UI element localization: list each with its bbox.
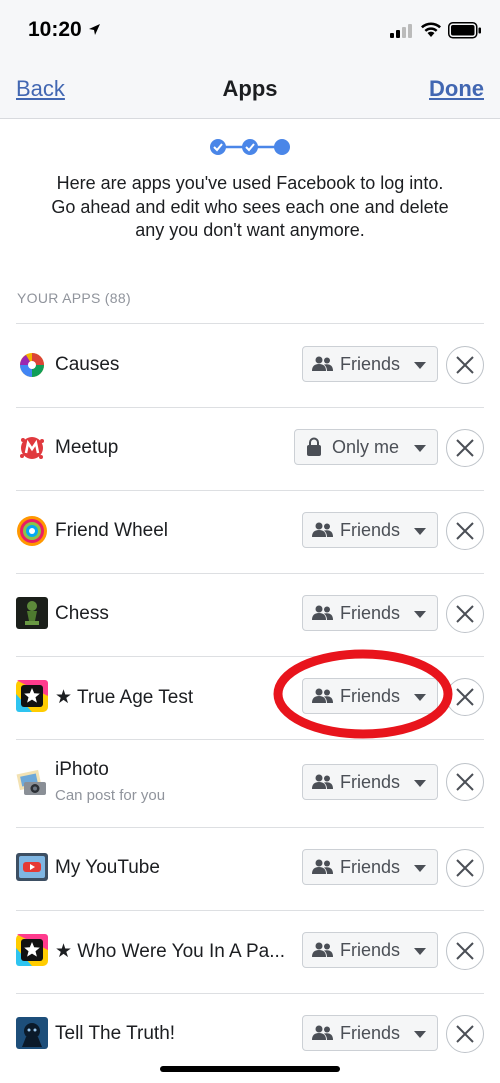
friends-icon: [312, 859, 333, 874]
audience-selector[interactable]: Only me: [294, 429, 438, 465]
close-icon: [456, 439, 474, 457]
app-row-chess: Chess Friends: [16, 573, 484, 657]
intro-line: any you don't want anymore.: [135, 220, 365, 240]
audience-selector[interactable]: Friends: [302, 932, 438, 968]
battery-icon: [448, 22, 481, 39]
audience-label: Friends: [340, 857, 401, 877]
tell-truth-icon: [16, 1017, 48, 1049]
home-indicator[interactable]: [160, 1066, 340, 1072]
caret-down-icon: [414, 528, 426, 535]
audience-label: Friends: [340, 354, 401, 374]
app-row-causes: Causes Friends: [16, 324, 484, 408]
app-row-who-were-you: ★ Who Were You In A Pa... Friends: [16, 910, 484, 994]
app-name: Causes: [55, 354, 120, 375]
star-app-icon: [16, 934, 48, 966]
audience-selector[interactable]: Friends: [302, 346, 438, 382]
chess-icon: [16, 597, 48, 629]
close-icon: [456, 605, 474, 623]
caret-down-icon: [414, 445, 426, 452]
caret-down-icon: [414, 362, 426, 369]
close-icon: [456, 688, 474, 706]
app-row-my-youtube: My YouTube Friends: [16, 827, 484, 911]
audience-selector[interactable]: Friends: [302, 595, 438, 631]
remove-app-button[interactable]: [446, 346, 484, 384]
intro-line: Go ahead and edit who sees each one and …: [51, 196, 449, 217]
section-header: YOUR APPS (88): [17, 290, 131, 306]
close-icon: [456, 859, 474, 877]
friends-icon: [312, 356, 333, 371]
app-name: My YouTube: [55, 857, 160, 878]
caret-down-icon: [414, 948, 426, 955]
star-app-icon: [16, 680, 48, 712]
audience-selector[interactable]: Friends: [302, 764, 438, 800]
friends-icon: [312, 605, 333, 620]
remove-app-button[interactable]: [446, 595, 484, 633]
remove-app-button[interactable]: [446, 849, 484, 887]
app-row-meetup: Meetup Only me: [16, 407, 484, 491]
remove-app-button[interactable]: [446, 512, 484, 550]
app-name: ★ Who Were You In A Pa...: [55, 941, 286, 962]
status-time: 10:20: [28, 18, 82, 41]
audience-label: Friends: [340, 772, 401, 792]
caret-down-icon: [414, 865, 426, 872]
done-button[interactable]: Done: [429, 76, 484, 102]
lock-icon: [307, 437, 321, 456]
friends-icon: [312, 774, 333, 789]
app-name: Meetup: [55, 437, 119, 458]
friends-icon: [312, 688, 333, 703]
app-name: ★ True Age Test: [55, 687, 194, 708]
audience-label: Friends: [340, 686, 401, 706]
friends-icon: [312, 522, 333, 537]
remove-app-button[interactable]: [446, 678, 484, 716]
close-icon: [456, 773, 474, 791]
friends-icon: [312, 1025, 333, 1040]
friends-icon: [312, 942, 333, 957]
audience-label: Friends: [340, 520, 401, 540]
intro-line: Here are apps you've used Facebook to lo…: [56, 173, 444, 193]
remove-app-button[interactable]: [446, 763, 484, 801]
app-row-true-age-test: ★ True Age Test Friends: [16, 656, 484, 740]
status-bar: 10:20: [0, 0, 500, 62]
iphoto-icon: [16, 769, 46, 795]
remove-app-button[interactable]: [446, 932, 484, 970]
app-name: Tell The Truth!: [55, 1023, 176, 1044]
caret-down-icon: [414, 1031, 426, 1038]
app-row-iphoto: iPhoto Can post for you Friends: [16, 739, 484, 828]
remove-app-button[interactable]: [446, 429, 484, 467]
audience-label: Friends: [340, 940, 401, 960]
caret-down-icon: [414, 780, 426, 787]
app-row-tell-the-truth: Tell The Truth! Friends: [16, 993, 484, 1076]
app-name: Chess: [55, 603, 109, 624]
caret-down-icon: [414, 611, 426, 618]
friend-wheel-icon: [17, 516, 47, 546]
causes-icon: [20, 353, 44, 377]
app-name: iPhoto: [55, 759, 109, 780]
cellular-signal-icon: [390, 24, 412, 38]
progress-steps: [210, 139, 290, 155]
audience-selector[interactable]: Friends: [302, 849, 438, 885]
close-icon: [456, 1025, 474, 1043]
audience-selector[interactable]: Friends: [302, 678, 438, 714]
close-icon: [456, 522, 474, 540]
audience-label: Friends: [340, 603, 401, 623]
app-row-friend-wheel: Friend Wheel Friends: [16, 490, 484, 574]
youtube-tv-icon: [16, 853, 48, 881]
close-icon: [456, 356, 474, 374]
audience-selector[interactable]: Friends: [302, 1015, 438, 1051]
wifi-icon: [421, 22, 441, 37]
close-icon: [456, 942, 474, 960]
app-permission-note: Can post for you: [55, 787, 166, 804]
meetup-icon: [20, 437, 44, 459]
location-arrow-icon: [89, 24, 100, 35]
remove-app-button[interactable]: [446, 1015, 484, 1053]
app-name: Friend Wheel: [55, 520, 168, 541]
intro-text: Here are apps you've used Facebook to lo…: [20, 172, 480, 243]
page-title: Apps: [222, 76, 278, 101]
audience-label: Friends: [340, 1023, 401, 1043]
caret-down-icon: [414, 694, 426, 701]
audience-label: Only me: [332, 437, 400, 457]
navigation-bar: Back Apps Done: [0, 62, 500, 119]
audience-selector[interactable]: Friends: [302, 512, 438, 548]
